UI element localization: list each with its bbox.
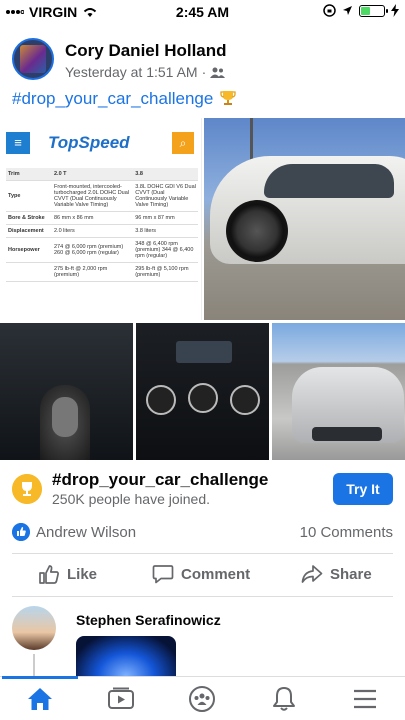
divider [12, 553, 393, 554]
spec-row: 275 lb-ft @ 2,000 rpm (premium) 295 lb-f… [6, 262, 198, 282]
friends-audience-icon [210, 67, 226, 78]
post-meta: Yesterday at 1:51 AM · [65, 64, 226, 80]
comment-photo[interactable] [76, 636, 176, 676]
tab-menu[interactable] [345, 683, 385, 715]
home-icon [28, 688, 52, 710]
challenge-title: #drop_your_car_challenge [52, 470, 269, 489]
like-reaction-icon [12, 523, 30, 541]
spec-table: Trim 2.0 T 3.8 Type Front-mounted, inter… [6, 168, 198, 282]
commenter-avatar[interactable] [12, 606, 56, 650]
post-header: Cory Daniel Holland Yesterday at 1:51 AM… [12, 38, 397, 86]
meta-separator: · [201, 64, 207, 80]
comment-button[interactable]: Comment [152, 564, 250, 584]
tab-watch[interactable] [101, 683, 141, 715]
spec-cell: 275 lb-ft @ 2,000 rpm (premium) [52, 262, 134, 282]
spec-cell: Bore & Stroke [6, 211, 52, 225]
spec-cell: Horsepower [6, 237, 52, 263]
status-right [323, 4, 399, 17]
like-button[interactable]: Like [38, 564, 97, 584]
car-side-photo[interactable] [204, 118, 405, 320]
comment-label: Comment [181, 565, 251, 583]
like-label: Like [67, 565, 98, 583]
spec-site-header: ≡ TopSpeed ⌕ [0, 122, 201, 156]
spec-row: Bore & Stroke 86 mm x 86 mm 96 mm x 87 m… [6, 211, 198, 225]
photo-grid: ≡ TopSpeed ⌕ Trim 2.0 T 3.8 Type Front-m… [0, 118, 405, 460]
divider [12, 596, 393, 597]
challenge-banner[interactable]: #drop_your_car_challenge 250K people hav… [0, 462, 405, 516]
tab-home[interactable] [20, 683, 60, 715]
post-timestamp[interactable]: Yesterday at 1:51 AM [65, 64, 198, 80]
share-label: Share [330, 565, 372, 583]
spec-cell: 295 lb-ft @ 5,100 rpm (premium) [133, 262, 198, 282]
tab-groups[interactable] [182, 683, 222, 715]
spec-cell: 96 mm x 87 mm [133, 211, 198, 225]
groups-icon [189, 686, 215, 712]
post-text: #drop_your_car_challenge [12, 89, 236, 109]
share-button[interactable]: Share [301, 564, 372, 584]
spec-row: Horsepower 274 @ 6,000 rpm (premium) 260… [6, 237, 198, 263]
menu-icon: ≡ [6, 132, 30, 154]
video-icon [108, 687, 134, 709]
challenge-subtitle: 250K people have joined. [52, 491, 211, 507]
site-logo: TopSpeed [48, 133, 130, 152]
shifter-photo[interactable] [0, 323, 133, 460]
spec-row: Displacement 2.0 liters 3.8 liters [6, 224, 198, 238]
spec-cell: 3.8 [133, 168, 198, 181]
search-icon: ⌕ [172, 132, 194, 154]
post-actions: Like Comment Share [0, 560, 405, 594]
comment-count[interactable]: 10 Comments [300, 524, 393, 541]
spec-cell: 86 mm x 86 mm [52, 211, 134, 225]
status-bar: VIRGIN 2:45 AM [0, 0, 405, 24]
lock-rotation-icon [323, 4, 336, 17]
like-icon [39, 565, 59, 584]
spec-cell [6, 262, 52, 282]
reactor-name[interactable]: Andrew Wilson [36, 524, 136, 541]
spec-cell: 348 @ 6,400 rpm (premium) 344 @ 6,400 rp… [133, 237, 198, 263]
reactions-row: Andrew Wilson 10 Comments [12, 522, 393, 546]
active-tab-indicator [2, 676, 78, 679]
spec-cell: Displacement [6, 224, 52, 238]
challenge-trophy-icon [12, 474, 42, 504]
spec-cell: 3.8 liters [133, 224, 198, 238]
spec-cell: 2.0 T [52, 168, 134, 181]
bottom-tab-bar [0, 676, 405, 720]
spec-row: Type Front-mounted, intercooled-turbocha… [6, 180, 198, 212]
spec-cell: Type [6, 180, 52, 212]
author-name[interactable]: Cory Daniel Holland [65, 41, 227, 61]
thread-line [33, 654, 35, 676]
hashtag-link[interactable]: #drop_your_car_challenge [12, 89, 213, 108]
charging-icon [391, 4, 399, 17]
tab-notifications[interactable] [264, 683, 304, 715]
dashboard-photo[interactable] [136, 323, 269, 460]
try-it-button[interactable]: Try It [333, 473, 393, 505]
spec-cell: Trim [6, 168, 52, 181]
spec-cell: 274 @ 6,000 rpm (premium) 260 @ 6,000 rp… [52, 237, 134, 263]
trophy-icon [220, 91, 236, 105]
spec-cell: Front-mounted, intercooled-turbocharged … [52, 180, 134, 212]
bell-icon [273, 687, 295, 711]
spec-table-header: Trim 2.0 T 3.8 [6, 168, 198, 181]
author-avatar[interactable] [12, 38, 54, 80]
location-icon [343, 6, 352, 15]
share-icon [301, 565, 323, 583]
car-front-photo[interactable] [272, 323, 405, 460]
commenter-name[interactable]: Stephen Serafinowicz [76, 612, 221, 628]
comment-preview: Stephen Serafinowicz [0, 600, 405, 676]
comment-icon [152, 565, 174, 584]
spec-cell: 2.0 liters [52, 224, 134, 238]
battery-icon [359, 4, 388, 17]
spec-cell: 3.8L DOHC GDI V6 Dual CVVT (Dual Continu… [133, 180, 198, 212]
hamburger-menu-icon [354, 689, 376, 709]
spec-screenshot-photo[interactable]: ≡ TopSpeed ⌕ Trim 2.0 T 3.8 Type Front-m… [0, 118, 202, 320]
